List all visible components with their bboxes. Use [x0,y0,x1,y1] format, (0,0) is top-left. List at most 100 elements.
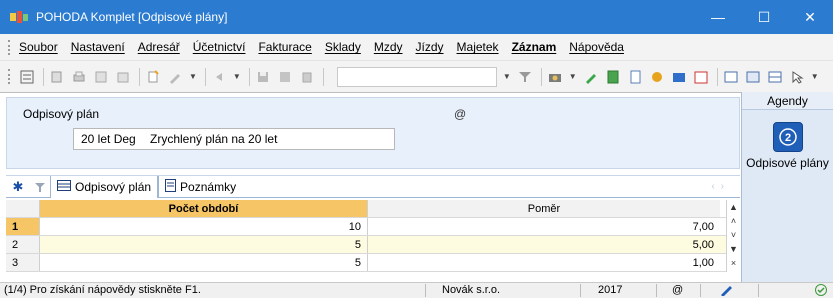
status-at: @ [672,284,684,296]
edit-pen-icon[interactable] [167,69,183,85]
menu-fakturace[interactable]: Fakturace [258,40,311,54]
menu-grip [8,39,11,55]
bank-icon[interactable] [671,69,687,85]
pohoda-app-icon [8,9,30,25]
chevron-down-icon[interactable]: ▼ [189,72,197,81]
menu-napoveda[interactable]: Nápověda [569,40,624,54]
table-row[interactable]: 1 10 7,00 [6,218,740,236]
save-all-icon[interactable] [277,69,293,85]
row-number[interactable]: 2 [6,236,40,253]
scroll-bottom-icon[interactable]: ▼ [727,242,740,256]
cell-pocet-obdobi[interactable]: 5 [40,236,368,253]
star-icon[interactable]: ✱ [6,179,30,195]
svg-text:2: 2 [784,132,790,144]
toolbar-separator [716,67,718,86]
chevron-down-icon[interactable]: ▼ [569,72,577,81]
scroll-close-icon[interactable]: × [727,256,740,270]
column-header-pomer[interactable]: Poměr [368,200,720,217]
status-separator [656,284,657,297]
split-view-icon[interactable] [767,69,783,85]
camera-icon[interactable] [547,69,563,85]
toolbar-grip [8,69,11,84]
tab-label: Poznámky [180,179,237,194]
menu-adresar[interactable]: Adresář [138,40,180,54]
cell-pocet-obdobi[interactable]: 5 [40,254,368,271]
close-button[interactable]: ✕ [787,0,833,34]
status-separator [700,284,701,297]
form-panel: Odpisový plán @ 20 let Deg Zrychlený plá… [6,97,740,169]
table-view-icon[interactable] [745,69,761,85]
row-number[interactable]: 1 [6,218,40,235]
table-row[interactable]: 2 5 5,00 [6,236,740,254]
row-number[interactable]: 3 [6,254,40,271]
status-help-text: (1/4) Pro získání nápovědy stiskněte F1. [4,284,201,296]
grid-icon [57,179,71,194]
toolbar: ▼ ▼ ▼ ▼ ▼ [0,61,833,92]
calendar-icon[interactable] [693,69,709,85]
cell-pomer[interactable]: 5,00 [368,236,720,253]
print-icon[interactable] [71,69,87,85]
save-icon[interactable] [255,69,271,85]
vertical-scrollbar[interactable]: ▲ ˄ ˅ ▼ × [726,200,740,272]
new-record-icon[interactable] [145,69,161,85]
plan-code[interactable]: 20 let Deg [74,132,150,146]
status-separator [580,284,581,297]
cell-pomer[interactable]: 7,00 [368,218,720,235]
status-bar: (1/4) Pro získání nápovědy stiskněte F1.… [0,282,833,298]
menu-nastaveni[interactable]: Nastavení [71,40,125,54]
status-company: Novák s.r.o. [442,284,501,296]
pencil-green-icon[interactable] [583,69,599,85]
back-arrow-icon[interactable] [211,69,227,85]
odpisovy-plan-field[interactable]: 20 let Deg Zrychlený plán na 20 let [73,128,395,150]
filter-icon[interactable] [517,69,533,85]
maximize-button[interactable]: ☐ [741,0,787,34]
agenda-list-icon[interactable] [19,69,35,85]
check-icon [814,284,828,298]
chevron-down-icon[interactable]: ▼ [503,72,511,81]
document-list-icon[interactable] [627,69,643,85]
help-pointer-icon[interactable] [789,69,805,85]
window-title: POHODA Komplet [Odpisové plány] [36,10,228,24]
chevron-down-icon[interactable]: ▼ [233,72,241,81]
toolbar-separator [139,67,140,86]
delete-icon[interactable] [299,69,315,85]
toolbar-separator [204,67,206,86]
tab-odpisovy-plan[interactable]: Odpisový plán [50,175,159,198]
pen-icon [720,284,734,298]
table-row[interactable]: 3 5 1,00 [6,254,740,272]
menu-majetek[interactable]: Majetek [457,40,499,54]
odpisove-plany-link[interactable]: Odpisové plány [742,156,833,170]
minimize-button[interactable]: — [695,0,741,34]
cell-pocet-obdobi[interactable]: 10 [40,218,368,235]
column-header-pocet-obdobi[interactable]: Počet období [40,200,368,217]
toolbar-separator [248,67,250,86]
copy-record-icon[interactable] [49,69,65,85]
plan-name[interactable]: Zrychlený plán na 20 let [150,132,277,146]
menu-bar: Soubor Nastavení Adresář Účetnictví Fakt… [0,34,833,61]
toolbar-separator [322,67,324,86]
grid-header: Počet období Poměr [6,200,740,218]
search-combo[interactable] [336,66,497,87]
menu-mzdy[interactable]: Mzdy [374,40,403,54]
odpisove-plany-icon[interactable]: 2 [772,122,803,152]
scroll-top-icon[interactable]: ▲ [727,200,740,214]
coins-icon[interactable] [649,69,665,85]
menu-soubor[interactable]: Soubor [19,40,58,54]
menu-jizdy[interactable]: Jízdy [416,40,444,54]
data-grid: Počet období Poměr 1 10 7,00 2 5 5,00 3 … [6,200,740,272]
scroll-up-icon[interactable]: ˄ [727,214,740,228]
tab-scroll-arrows[interactable]: ‹› [711,181,730,192]
menu-zaznam[interactable]: Záznam [512,40,557,54]
cell-pomer[interactable]: 1,00 [368,254,720,271]
menu-ucetnictvi[interactable]: Účetnictví [193,40,246,54]
chevron-down-icon[interactable]: ▼ [811,72,819,81]
form-view-icon[interactable] [723,69,739,85]
menu-sklady[interactable]: Sklady [325,40,361,54]
tab-poznamky[interactable]: Poznámky [158,175,242,198]
calculator-icon[interactable] [605,69,621,85]
status-separator [425,284,426,297]
filter-icon[interactable] [30,181,50,193]
import-icon[interactable] [115,69,131,85]
scroll-down-icon[interactable]: ˅ [727,228,740,242]
export-icon[interactable] [93,69,109,85]
